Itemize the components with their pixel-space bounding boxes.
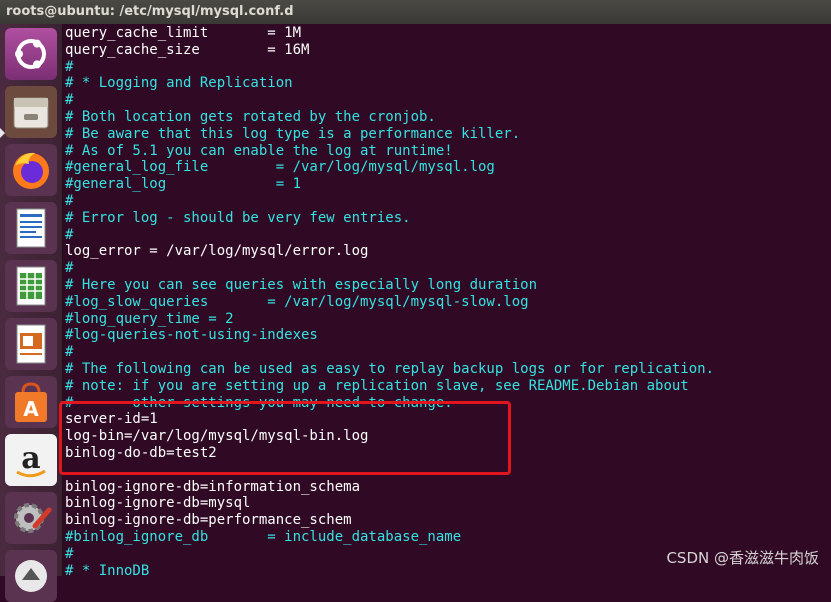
terminal-line: query_cache_limit = 1M (65, 25, 302, 41)
terminal-line: #binlog_ignore_db = include_database_nam… (65, 529, 462, 545)
terminal-line: # Be aware that this log type is a perfo… (65, 125, 521, 142)
terminal-line: #long_query_time = 2 (65, 310, 234, 327)
svg-text:A: A (23, 397, 39, 421)
libreoffice-impress-icon[interactable] (5, 318, 57, 370)
terminal-line: query_cache_size = 16M (65, 41, 310, 58)
unity-launcher: A a (0, 24, 63, 602)
highlight-box (59, 401, 511, 475)
terminal-line: # As of 5.1 you can enable the log at ru… (65, 142, 453, 159)
software-center-icon[interactable]: A (5, 376, 57, 428)
terminal-line: # note: if you are setting up a replicat… (65, 377, 689, 394)
terminal-line: log_error = /var/log/mysql/error.log (65, 243, 369, 260)
terminal-line: #general_log = 1 (65, 176, 302, 193)
terminal-output[interactable]: query_cache_limit = 1M query_cache_size =… (62, 24, 831, 576)
terminal-line: # Here you can see queries with especial… (65, 277, 538, 293)
terminal-line: # (65, 260, 74, 277)
window-titlebar: roots@ubuntu: /etc/mysql/mysql.conf.d (0, 0, 831, 24)
libreoffice-writer-icon[interactable] (5, 202, 57, 254)
terminal-line: # Error log - should be very few entries… (65, 209, 411, 226)
files-icon[interactable] (5, 86, 57, 138)
terminal-line: # (65, 92, 74, 109)
terminal-line: # (65, 193, 74, 209)
terminal-line: # * InnoDB (65, 562, 150, 576)
amazon-icon[interactable]: a (5, 434, 57, 486)
terminal-line: # * Logging and Replication (65, 75, 293, 92)
terminal-line: # The following can be used as easy to r… (65, 361, 715, 377)
terminal-line: # (65, 545, 74, 562)
svg-text:a: a (21, 441, 40, 476)
terminal-line: # (65, 58, 74, 75)
terminal-line: # (65, 344, 74, 361)
libreoffice-calc-icon[interactable] (5, 260, 57, 312)
system-settings-icon[interactable] (5, 492, 57, 544)
terminal-line: #log_slow_queries = /var/log/mysql/mysql… (65, 293, 529, 310)
window-title: roots@ubuntu: /etc/mysql/mysql.conf.d (6, 4, 294, 19)
terminal-line: binlog-ignore-db=performance_schem (65, 512, 352, 529)
terminal-line: # (65, 226, 74, 243)
ubuntu-dash-icon[interactable] (5, 28, 57, 80)
terminal-line: # Both location gets rotated by the cron… (65, 109, 436, 125)
terminal-line: binlog-ignore-db=mysql (65, 495, 251, 512)
terminal-line: #general_log_file = /var/log/mysql/mysql… (65, 159, 495, 176)
terminal-line: binlog-ignore-db=information_schema (65, 478, 361, 495)
terminal-line: #log-queries-not-using-indexes (65, 327, 318, 344)
watermark: CSDN @香滋滋牛肉饭 (666, 549, 819, 567)
update-icon[interactable] (5, 550, 57, 602)
firefox-icon[interactable] (5, 144, 57, 196)
